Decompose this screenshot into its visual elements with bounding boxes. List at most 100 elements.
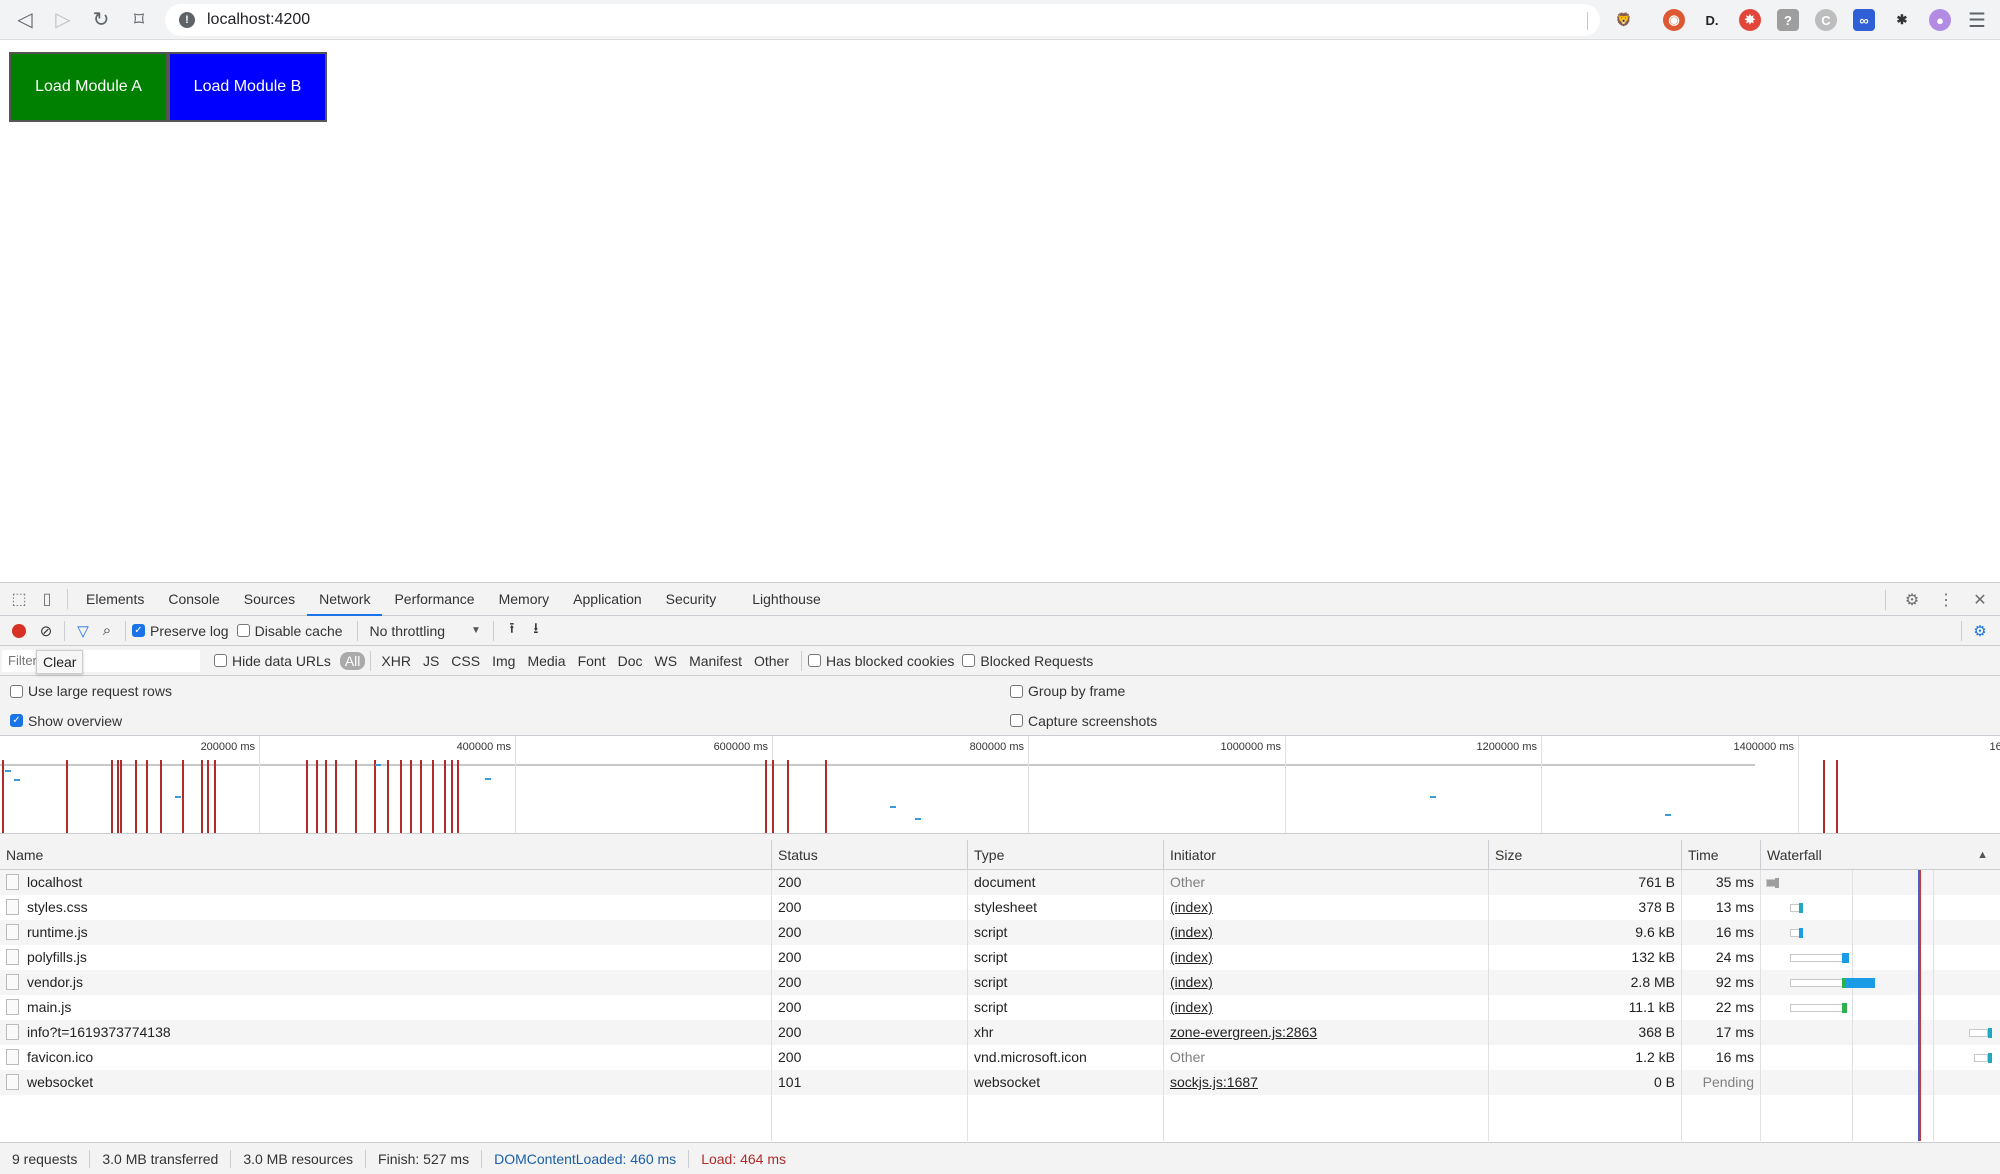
profile-avatar[interactable]: ● — [1929, 9, 1951, 31]
filter-type-media[interactable]: Media — [522, 652, 570, 670]
filter-type-js[interactable]: JS — [418, 652, 444, 670]
filter-type-img[interactable]: Img — [487, 652, 520, 670]
filter-type-xhr[interactable]: XHR — [376, 652, 416, 670]
request-name-cell[interactable]: info?t=1619373774138 — [0, 1020, 772, 1045]
brave-shield-icon[interactable]: 🦁 — [1613, 9, 1635, 31]
c-extension-icon[interactable]: C — [1815, 9, 1837, 31]
hide-data-urls-label: Hide data URLs — [232, 652, 331, 669]
color-wheel-icon[interactable]: ✸ — [1739, 9, 1761, 31]
column-header-label: Waterfall — [1767, 847, 1822, 863]
disable-cache-checkbox[interactable]: Disable cache — [236, 623, 343, 639]
request-name-cell[interactable]: localhost — [0, 870, 772, 895]
d-extension-icon[interactable]: D. — [1701, 9, 1723, 31]
network-settings-button[interactable]: ⚙ — [1968, 619, 1992, 643]
request-name-cell[interactable]: styles.css — [0, 895, 772, 920]
tab-application[interactable]: Application — [561, 583, 654, 616]
has-blocked-cookies-checkbox[interactable]: Has blocked cookies — [808, 653, 954, 669]
filter-type-all[interactable]: All — [339, 651, 366, 670]
inspect-element-button[interactable]: ⬚ — [5, 585, 33, 613]
site-info-icon[interactable]: ! — [179, 12, 195, 28]
column-header-initiator[interactable]: Initiator — [1164, 840, 1489, 870]
bookmark-button[interactable]: ⌑ — [124, 5, 154, 35]
forward-button[interactable]: ▷ — [48, 5, 78, 35]
initiator-link[interactable]: (index) — [1170, 924, 1213, 940]
settings-button[interactable]: ⚙ — [1898, 586, 1926, 614]
column-header-type[interactable]: Type — [968, 840, 1164, 870]
preserve-log-checkbox[interactable]: ✓ Preserve log — [132, 623, 229, 639]
blocked-requests-checkbox[interactable]: Blocked Requests — [962, 653, 1093, 669]
request-name-cell[interactable]: main.js — [0, 995, 772, 1020]
table-row[interactable]: main.js 200 script (index) 11.1 kB 22 ms — [0, 995, 2000, 1020]
table-row[interactable]: runtime.js 200 script (index) 9.6 kB 16 ms — [0, 920, 2000, 945]
show-overview-checkbox[interactable]: ✓ Show overview — [10, 713, 122, 729]
initiator-link[interactable]: zone-evergreen.js:2863 — [1170, 1024, 1317, 1040]
clear-button[interactable]: ⊘ — [34, 619, 58, 643]
record-button[interactable] — [12, 623, 26, 638]
tab-lighthouse[interactable]: Lighthouse — [740, 583, 833, 616]
time-cell: 22 ms — [1682, 995, 1761, 1020]
filter-type-manifest[interactable]: Manifest — [684, 652, 747, 670]
initiator-link[interactable]: (index) — [1170, 974, 1213, 990]
tab-sources[interactable]: Sources — [232, 583, 307, 616]
initiator-link[interactable]: (index) — [1170, 899, 1213, 915]
filter-type-doc[interactable]: Doc — [613, 652, 648, 670]
request-name-cell[interactable]: favicon.ico — [0, 1045, 772, 1070]
throttling-select[interactable]: No throttling ▼ — [370, 623, 481, 639]
tab-network[interactable]: Network — [307, 583, 383, 616]
tab-memory[interactable]: Memory — [487, 583, 562, 616]
table-row[interactable]: info?t=1619373774138 200 xhr zone-evergreen… — [0, 1020, 2000, 1045]
filter-input[interactable] — [2, 649, 200, 672]
browser-menu-button[interactable]: ☰ — [1962, 5, 1992, 35]
capture-screenshots-checkbox[interactable]: Capture screenshots — [1010, 713, 1157, 729]
initiator-link[interactable]: (index) — [1170, 999, 1213, 1015]
filter-type-css[interactable]: CSS — [446, 652, 485, 670]
column-header-waterfall[interactable]: Waterfall ▲ — [1761, 840, 2000, 870]
export-har-button[interactable]: ⭳ — [524, 619, 548, 643]
filter-toggle-button[interactable]: ▽ — [71, 619, 95, 643]
column-header-status[interactable]: Status — [772, 840, 968, 870]
table-row[interactable]: localhost 200 document Other 761 B 35 ms — [0, 870, 2000, 895]
help-extension-icon[interactable]: ? — [1777, 9, 1799, 31]
import-har-button[interactable]: ⭱ — [500, 619, 524, 643]
device-toolbar-button[interactable]: ▯ — [33, 585, 61, 613]
duckduckgo-icon[interactable]: ◉ — [1663, 9, 1685, 31]
load-module-b-button[interactable]: Load Module B — [168, 52, 327, 122]
link-extension-icon[interactable]: ∞ — [1853, 9, 1875, 31]
column-header-time[interactable]: Time — [1682, 840, 1761, 870]
close-devtools-button[interactable]: ✕ — [1966, 586, 1994, 614]
request-name-cell[interactable]: polyfills.js — [0, 945, 772, 970]
filter-type-other[interactable]: Other — [749, 652, 794, 670]
group-by-frame-checkbox[interactable]: Group by frame — [1010, 683, 1125, 699]
more-options-button[interactable]: ⋮ — [1932, 586, 1960, 614]
large-rows-checkbox[interactable]: Use large request rows — [10, 683, 172, 699]
search-button[interactable]: ⌕ — [95, 619, 119, 643]
column-header-name[interactable]: Name — [0, 840, 772, 870]
tab-console[interactable]: Console — [156, 583, 231, 616]
table-row[interactable]: websocket 101 websocket sockjs.js:1687 0 B Pe… — [0, 1070, 2000, 1095]
tab-performance[interactable]: Performance — [382, 583, 486, 616]
initiator-link[interactable]: (index) — [1170, 949, 1213, 965]
column-header-size[interactable]: Size — [1489, 840, 1682, 870]
address-bar[interactable]: ! localhost:4200 — [165, 4, 1600, 36]
tab-elements[interactable]: Elements — [74, 583, 156, 616]
tab-security[interactable]: Security — [654, 583, 729, 616]
hide-data-urls-checkbox[interactable]: Hide data URLs — [214, 653, 331, 669]
filter-type-font[interactable]: Font — [573, 652, 611, 670]
initiator-link[interactable]: sockjs.js:1687 — [1170, 1074, 1258, 1090]
request-name-cell[interactable]: runtime.js — [0, 920, 772, 945]
table-row[interactable]: favicon.ico 200 vnd.microsoft.icon Other 1.2… — [0, 1045, 2000, 1070]
reload-button[interactable]: ↻ — [86, 5, 116, 35]
table-row[interactable]: polyfills.js 200 script (index) 132 kB 24 ms — [0, 945, 2000, 970]
request-name-cell[interactable]: vendor.js — [0, 970, 772, 995]
table-row[interactable]: styles.css 200 stylesheet (index) 378 B 13 ms — [0, 895, 2000, 920]
filter-type-ws[interactable]: WS — [650, 652, 683, 670]
checkbox-unchecked-icon — [1010, 684, 1023, 698]
network-overview-timeline[interactable]: 200000 ms 400000 ms 600000 ms 800000 ms 1000… — [0, 736, 2000, 834]
preserve-log-label: Preserve log — [150, 622, 229, 639]
back-button[interactable]: ◁ — [10, 5, 40, 35]
table-row[interactable]: vendor.js 200 script (index) 2.8 MB 92 ms — [0, 970, 2000, 995]
load-module-a-button[interactable]: Load Module A — [9, 52, 168, 122]
request-name-cell[interactable]: websocket — [0, 1070, 772, 1095]
overview-load-event-mark — [400, 760, 402, 833]
puzzle-icon[interactable]: ✱ — [1891, 9, 1913, 31]
